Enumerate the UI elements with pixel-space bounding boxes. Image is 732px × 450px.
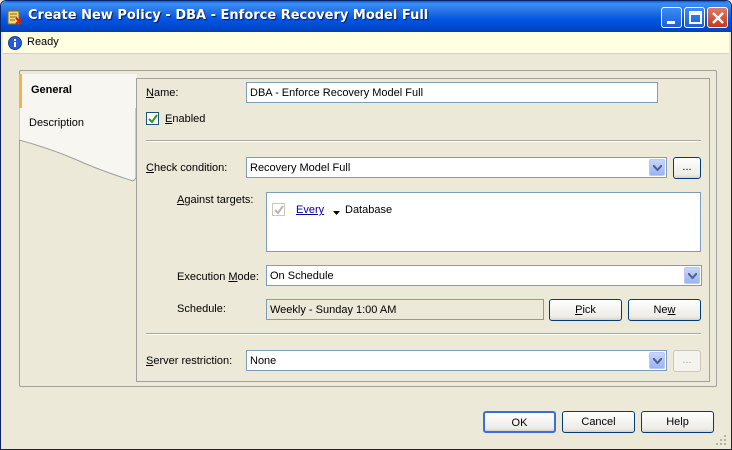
server-restriction-value: None xyxy=(250,355,277,367)
ok-label: OK xyxy=(511,417,528,429)
minimize-icon xyxy=(667,21,675,24)
tab-description-label: Description xyxy=(29,117,85,129)
cancel-label: Cancel xyxy=(581,416,616,428)
tab-general-label: General xyxy=(31,84,72,96)
target-dropdown-arrow-icon[interactable] xyxy=(333,206,340,218)
execution-mode-value: On Schedule xyxy=(270,270,334,282)
maximize-button[interactable] xyxy=(684,7,705,28)
title-bar[interactable]: Create New Policy - DBA - Enforce Recove… xyxy=(1,1,731,32)
server-restriction-dropdown-button[interactable] xyxy=(649,352,665,369)
against-targets-label: Against targets: xyxy=(177,194,254,206)
check-condition-value: Recovery Model Full xyxy=(250,162,351,174)
chevron-down-icon xyxy=(653,165,662,171)
minimize-button[interactable] xyxy=(661,7,682,28)
ok-button[interactable]: OK xyxy=(483,411,556,433)
check-condition-dropdown-button[interactable] xyxy=(649,159,665,176)
check-icon xyxy=(274,205,284,215)
divider-top xyxy=(146,140,701,142)
server-restriction-select[interactable]: None xyxy=(246,350,667,371)
policy-dialog-window: Create New Policy - DBA - Enforce Recove… xyxy=(0,0,732,450)
name-label: Name: xyxy=(146,87,179,99)
name-input-value: DBA - Enforce Recovery Model Full xyxy=(250,87,424,99)
window-title: Create New Policy - DBA - Enforce Recove… xyxy=(28,8,429,23)
browse-label: ... xyxy=(682,161,692,173)
chevron-down-icon xyxy=(653,358,662,364)
schedule-label: Schedule: xyxy=(177,303,226,315)
resize-grip-icon[interactable] xyxy=(715,434,727,446)
enabled-checkbox[interactable] xyxy=(146,112,159,125)
tab-general[interactable]: General xyxy=(19,74,137,108)
check-condition-select[interactable]: Recovery Model Full xyxy=(246,157,667,178)
check-condition-label: Check condition: xyxy=(146,162,228,174)
enabled-label: Enabled xyxy=(165,113,206,125)
targets-list[interactable] xyxy=(266,192,701,252)
maximize-icon xyxy=(689,11,702,24)
schedule-value: Weekly - Sunday 1:00 AM xyxy=(270,304,397,316)
status-text: Ready xyxy=(27,36,59,48)
target-every-link[interactable]: Every xyxy=(296,204,324,216)
execution-mode-label: Execution Mode: xyxy=(177,271,259,283)
info-icon xyxy=(8,36,22,50)
pick-schedule-button[interactable]: Pick xyxy=(549,299,622,321)
help-label: Help xyxy=(666,416,689,428)
tab-description[interactable]: Description xyxy=(19,107,137,141)
schedule-field: Weekly - Sunday 1:00 AM xyxy=(266,299,544,320)
divider-bottom xyxy=(146,333,701,335)
server-browse-label: ... xyxy=(682,354,692,366)
server-restriction-browse-button[interactable]: ... xyxy=(673,350,701,372)
new-schedule-button[interactable]: New xyxy=(628,299,701,321)
target-object-label: Database xyxy=(345,204,393,216)
cancel-button[interactable]: Cancel xyxy=(562,411,635,433)
name-input[interactable]: DBA - Enforce Recovery Model Full xyxy=(246,82,658,103)
execution-mode-select[interactable]: On Schedule xyxy=(266,265,702,286)
chevron-down-icon xyxy=(688,273,697,279)
help-button[interactable]: Help xyxy=(641,411,714,433)
status-bar: Ready xyxy=(3,32,729,54)
target-checkbox[interactable] xyxy=(272,203,285,216)
check-icon xyxy=(148,114,158,124)
server-restriction-label: Server restriction: xyxy=(146,355,233,367)
check-condition-browse-button[interactable]: ... xyxy=(673,157,701,179)
policy-icon xyxy=(7,9,23,25)
close-button[interactable] xyxy=(707,7,728,28)
close-icon xyxy=(712,12,724,24)
execution-mode-dropdown-button[interactable] xyxy=(684,267,700,284)
